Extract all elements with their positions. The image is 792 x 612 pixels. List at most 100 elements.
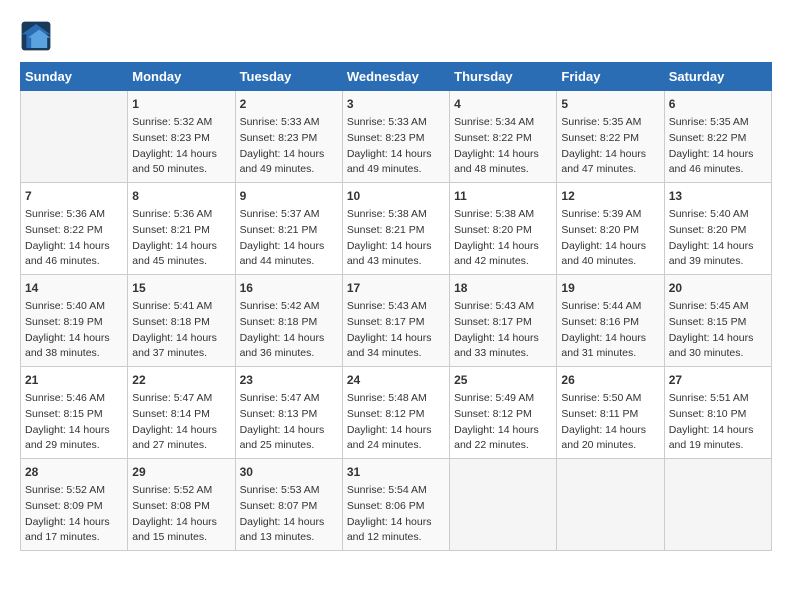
calendar-cell: 7 Sunrise: 5:36 AM Sunset: 8:22 PM Daylig… [21,183,128,275]
calendar-cell [21,91,128,183]
calendar-cell [557,459,664,551]
calendar-cell: 20 Sunrise: 5:45 AM Sunset: 8:15 PM Dayli… [664,275,771,367]
cell-content: Sunrise: 5:54 AM Sunset: 8:06 PM Dayligh… [347,483,445,546]
day-number: 24 [347,371,445,389]
header-saturday: Saturday [664,63,771,91]
day-number: 2 [240,95,338,113]
calendar-cell: 12 Sunrise: 5:39 AM Sunset: 8:20 PM Dayli… [557,183,664,275]
day-number: 29 [132,463,230,481]
day-number: 26 [561,371,659,389]
calendar-cell: 3Sunrise: 5:33 AM Sunset: 8:23 PM Daylig… [342,91,449,183]
cell-content: Sunrise: 5:44 AM Sunset: 8:16 PM Dayligh… [561,299,659,362]
day-number: 8 [132,187,230,205]
cell-content: Sunrise: 5:36 AM Sunset: 8:21 PM Dayligh… [132,207,230,270]
cell-content: Sunrise: 5:36 AM Sunset: 8:22 PM Dayligh… [25,207,123,270]
calendar-cell: 25 Sunrise: 5:49 AM Sunset: 8:12 PM Dayli… [450,367,557,459]
calendar-cell: 17 Sunrise: 5:43 AM Sunset: 8:17 PM Dayli… [342,275,449,367]
day-number: 31 [347,463,445,481]
cell-content: Sunrise: 5:39 AM Sunset: 8:20 PM Dayligh… [561,207,659,270]
day-number: 30 [240,463,338,481]
cell-content: Sunrise: 5:46 AM Sunset: 8:15 PM Dayligh… [25,391,123,454]
cell-content: Sunrise: 5:48 AM Sunset: 8:12 PM Dayligh… [347,391,445,454]
calendar-cell: 26 Sunrise: 5:50 AM Sunset: 8:11 PM Dayli… [557,367,664,459]
calendar-cell [450,459,557,551]
day-number: 10 [347,187,445,205]
calendar-cell: 4 Sunrise: 5:34 AM Sunset: 8:22 PM Daylig… [450,91,557,183]
calendar-cell: 16Sunrise: 5:42 AM Sunset: 8:18 PM Dayli… [235,275,342,367]
header-tuesday: Tuesday [235,63,342,91]
cell-content: Sunrise: 5:38 AM Sunset: 8:21 PM Dayligh… [347,207,445,270]
cell-content: Sunrise: 5:35 AM Sunset: 8:22 PM Dayligh… [561,115,659,178]
day-number: 7 [25,187,123,205]
cell-content: Sunrise: 5:32 AM Sunset: 8:23 PM Dayligh… [132,115,230,178]
cell-content: Sunrise: 5:52 AM Sunset: 8:08 PM Dayligh… [132,483,230,546]
calendar-cell: 30 Sunrise: 5:53 AM Sunset: 8:07 PM Dayli… [235,459,342,551]
calendar-cell [664,459,771,551]
cell-content: Sunrise: 5:49 AM Sunset: 8:12 PM Dayligh… [454,391,552,454]
calendar-header-row: SundayMondayTuesdayWednesdayThursdayFrid… [21,63,772,91]
cell-content: Sunrise: 5:40 AM Sunset: 8:20 PM Dayligh… [669,207,767,270]
page-header [20,20,772,52]
logo-icon [20,20,52,52]
day-number: 11 [454,187,552,205]
day-number: 28 [25,463,123,481]
cell-content: Sunrise: 5:43 AM Sunset: 8:17 PM Dayligh… [454,299,552,362]
day-number: 1 [132,95,230,113]
day-number: 12 [561,187,659,205]
calendar-cell: 9Sunrise: 5:37 AM Sunset: 8:21 PM Daylig… [235,183,342,275]
cell-content: Sunrise: 5:42 AM Sunset: 8:18 PM Dayligh… [240,299,338,362]
calendar-cell: 13Sunrise: 5:40 AM Sunset: 8:20 PM Dayli… [664,183,771,275]
calendar-cell: 14 Sunrise: 5:40 AM Sunset: 8:19 PM Dayli… [21,275,128,367]
header-thursday: Thursday [450,63,557,91]
day-number: 27 [669,371,767,389]
day-number: 15 [132,279,230,297]
calendar-cell: 24 Sunrise: 5:48 AM Sunset: 8:12 PM Dayli… [342,367,449,459]
calendar-cell: 22 Sunrise: 5:47 AM Sunset: 8:14 PM Dayli… [128,367,235,459]
week-row-1: 1 Sunrise: 5:32 AM Sunset: 8:23 PM Daylig… [21,91,772,183]
calendar-cell: 6Sunrise: 5:35 AM Sunset: 8:22 PM Daylig… [664,91,771,183]
cell-content: Sunrise: 5:53 AM Sunset: 8:07 PM Dayligh… [240,483,338,546]
calendar-cell: 31 Sunrise: 5:54 AM Sunset: 8:06 PM Dayli… [342,459,449,551]
calendar-cell: 27 Sunrise: 5:51 AM Sunset: 8:10 PM Dayli… [664,367,771,459]
cell-content: Sunrise: 5:50 AM Sunset: 8:11 PM Dayligh… [561,391,659,454]
day-number: 25 [454,371,552,389]
calendar-table: SundayMondayTuesdayWednesdayThursdayFrid… [20,62,772,551]
day-number: 4 [454,95,552,113]
day-number: 20 [669,279,767,297]
calendar-cell: 2Sunrise: 5:33 AM Sunset: 8:23 PM Daylig… [235,91,342,183]
cell-content: Sunrise: 5:43 AM Sunset: 8:17 PM Dayligh… [347,299,445,362]
day-number: 21 [25,371,123,389]
calendar-cell: 11Sunrise: 5:38 AM Sunset: 8:20 PM Dayli… [450,183,557,275]
day-number: 14 [25,279,123,297]
calendar-cell: 29 Sunrise: 5:52 AM Sunset: 8:08 PM Dayli… [128,459,235,551]
week-row-5: 28 Sunrise: 5:52 AM Sunset: 8:09 PM Dayli… [21,459,772,551]
header-monday: Monday [128,63,235,91]
cell-content: Sunrise: 5:47 AM Sunset: 8:13 PM Dayligh… [240,391,338,454]
cell-content: Sunrise: 5:47 AM Sunset: 8:14 PM Dayligh… [132,391,230,454]
header-sunday: Sunday [21,63,128,91]
cell-content: Sunrise: 5:34 AM Sunset: 8:22 PM Dayligh… [454,115,552,178]
day-number: 22 [132,371,230,389]
logo [20,20,56,52]
cell-content: Sunrise: 5:51 AM Sunset: 8:10 PM Dayligh… [669,391,767,454]
calendar-cell: 28 Sunrise: 5:52 AM Sunset: 8:09 PM Dayli… [21,459,128,551]
calendar-cell: 15 Sunrise: 5:41 AM Sunset: 8:18 PM Dayli… [128,275,235,367]
day-number: 17 [347,279,445,297]
cell-content: Sunrise: 5:52 AM Sunset: 8:09 PM Dayligh… [25,483,123,546]
calendar-cell: 10 Sunrise: 5:38 AM Sunset: 8:21 PM Dayli… [342,183,449,275]
calendar-cell: 21 Sunrise: 5:46 AM Sunset: 8:15 PM Dayli… [21,367,128,459]
cell-content: Sunrise: 5:41 AM Sunset: 8:18 PM Dayligh… [132,299,230,362]
header-wednesday: Wednesday [342,63,449,91]
day-number: 23 [240,371,338,389]
day-number: 18 [454,279,552,297]
calendar-cell: 18 Sunrise: 5:43 AM Sunset: 8:17 PM Dayli… [450,275,557,367]
calendar-cell: 8 Sunrise: 5:36 AM Sunset: 8:21 PM Daylig… [128,183,235,275]
week-row-2: 7 Sunrise: 5:36 AM Sunset: 8:22 PM Daylig… [21,183,772,275]
cell-content: Sunrise: 5:40 AM Sunset: 8:19 PM Dayligh… [25,299,123,362]
calendar-cell: 5Sunrise: 5:35 AM Sunset: 8:22 PM Daylig… [557,91,664,183]
cell-content: Sunrise: 5:45 AM Sunset: 8:15 PM Dayligh… [669,299,767,362]
calendar-cell: 23 Sunrise: 5:47 AM Sunset: 8:13 PM Dayli… [235,367,342,459]
calendar-cell: 19Sunrise: 5:44 AM Sunset: 8:16 PM Dayli… [557,275,664,367]
cell-content: Sunrise: 5:37 AM Sunset: 8:21 PM Dayligh… [240,207,338,270]
day-number: 6 [669,95,767,113]
